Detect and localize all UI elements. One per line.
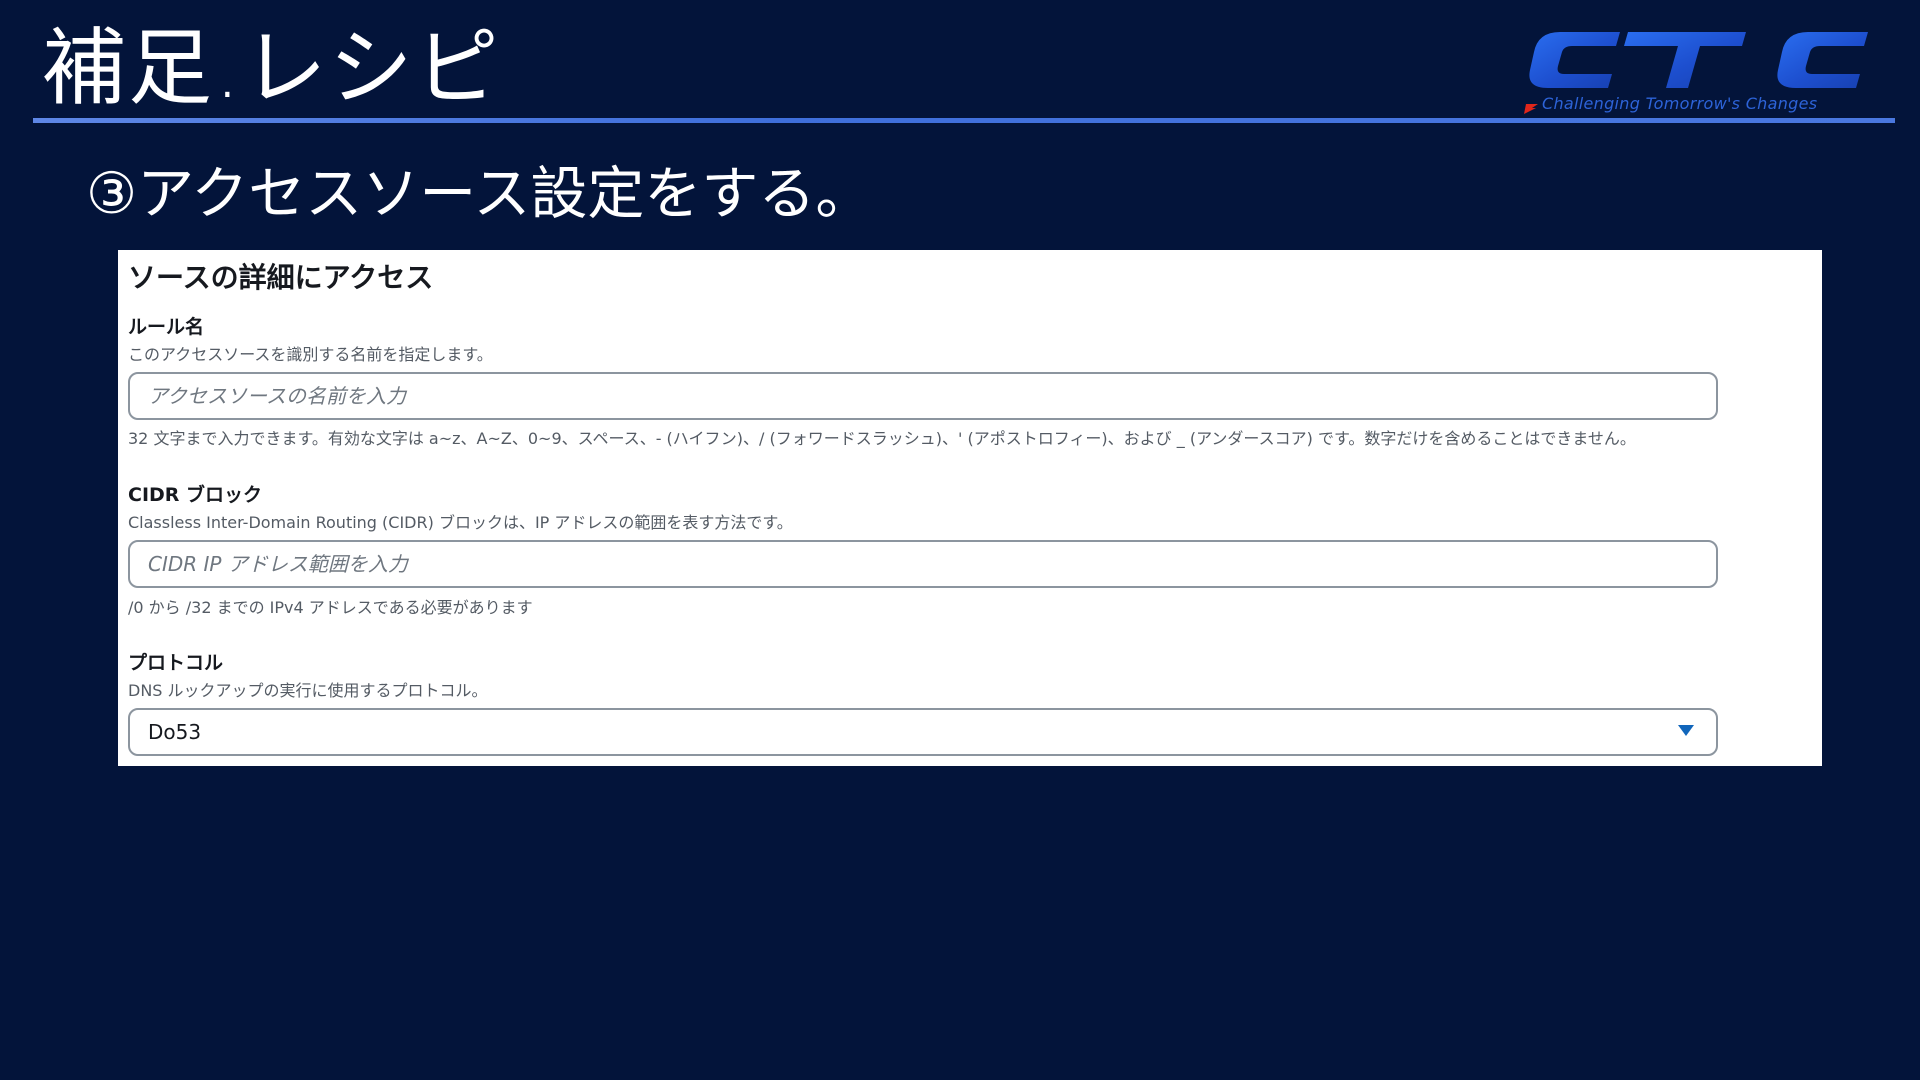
panel-title: ソースの詳細にアクセス	[128, 261, 434, 294]
rule-name-description: このアクセスソースを識別する名前を指定します。	[128, 345, 493, 364]
logo-tagline: Challenging Tomorrow's Changes	[1542, 94, 1818, 113]
title-divider	[33, 118, 1895, 123]
caret-down-icon	[1678, 725, 1694, 736]
cidr-label: CIDR ブロック	[128, 484, 263, 506]
logo-flag-icon	[1524, 99, 1538, 114]
protocol-description: DNS ルックアップの実行に使用するプロトコル。	[128, 681, 488, 700]
protocol-selected-value: Do53	[148, 720, 202, 744]
rule-name-input[interactable]	[128, 372, 1718, 420]
cidr-input[interactable]	[128, 540, 1718, 588]
protocol-select[interactable]: Do53	[128, 708, 1718, 756]
cidr-hint: /0 から /32 までの IPv4 アドレスである必要があります	[128, 598, 533, 617]
access-source-panel: ソースの詳細にアクセス ルール名 このアクセスソースを識別する名前を指定します。…	[118, 250, 1822, 766]
rule-name-label: ルール名	[128, 316, 205, 338]
slide-subtitle: ③アクセスソース設定をする。	[86, 161, 873, 227]
slide-title: 補足.レシピ	[42, 19, 501, 117]
protocol-label: プロトコル	[128, 652, 224, 674]
rule-name-hint: 32 文字まで入力できます。有効な文字は a~z、A~Z、0~9、スペース、- …	[128, 429, 1636, 448]
cidr-description: Classless Inter-Domain Routing (CIDR) ブロ…	[128, 513, 793, 532]
